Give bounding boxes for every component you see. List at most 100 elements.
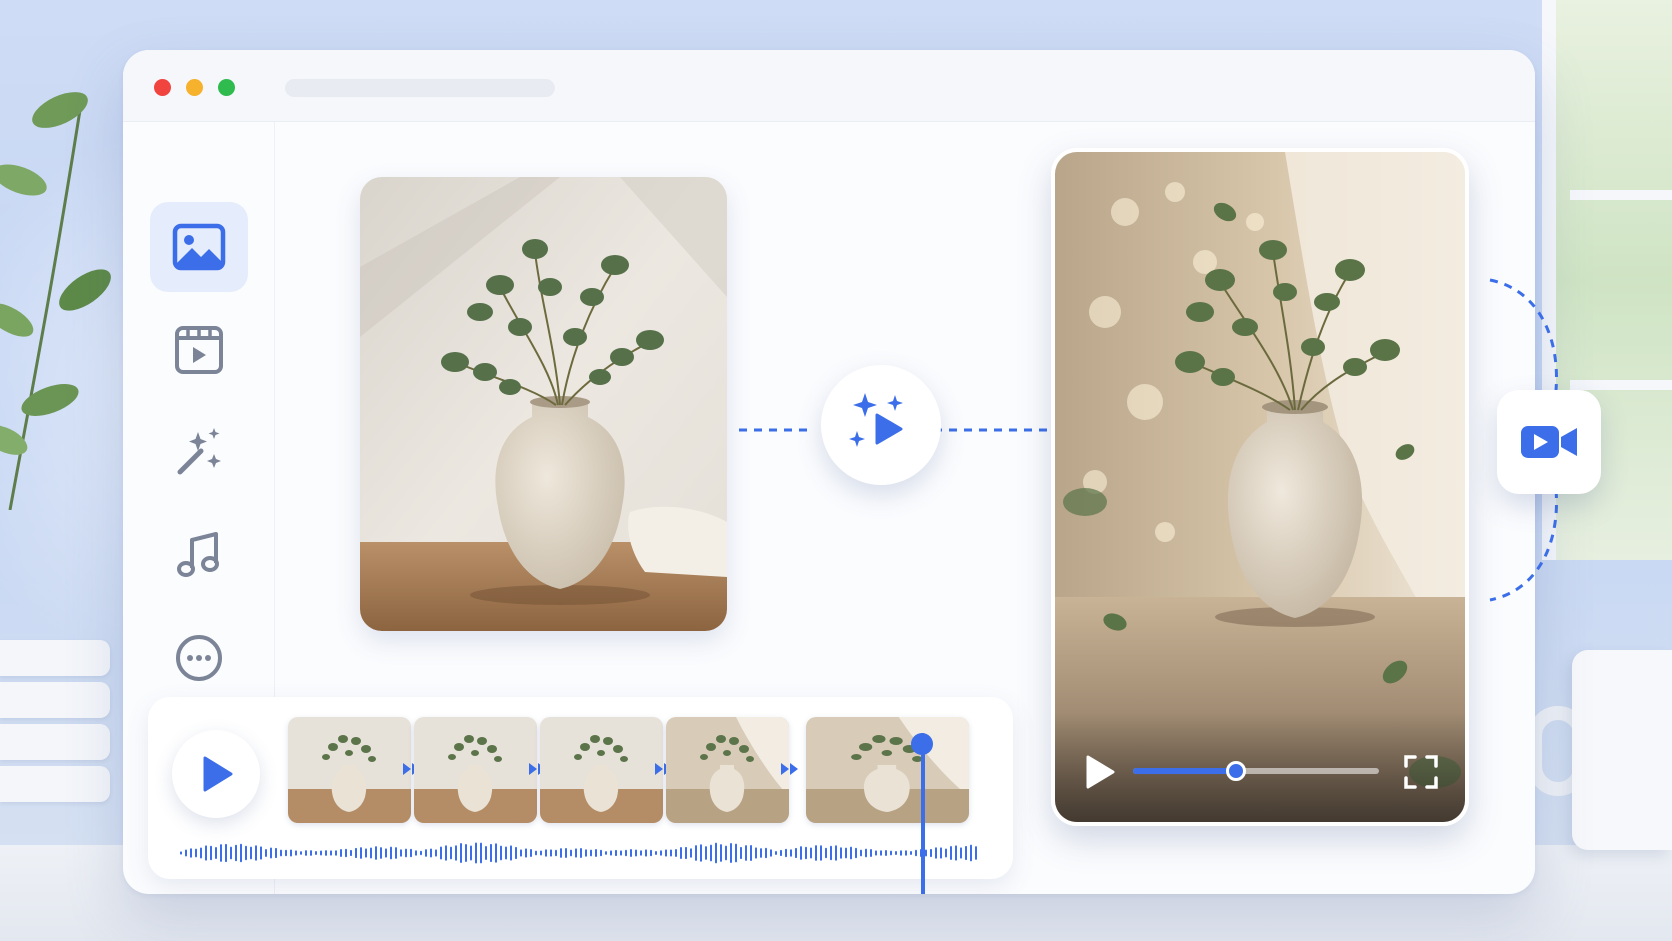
waveform-bar — [270, 847, 272, 859]
timeline-frame[interactable] — [806, 717, 969, 823]
waveform-bar — [715, 842, 717, 864]
sidebar-item-image[interactable] — [150, 202, 248, 292]
address-bar[interactable] — [285, 79, 555, 97]
waveform-bar — [900, 850, 902, 856]
waveform-bar — [460, 842, 462, 864]
waveform-bar — [570, 849, 572, 857]
waveform-bar — [420, 850, 422, 856]
video-controls — [1055, 712, 1465, 822]
sidebar-item-video[interactable] — [150, 305, 248, 395]
background-books — [0, 640, 110, 840]
waveform-bar — [265, 849, 267, 857]
timeline-frame[interactable] — [540, 717, 663, 823]
waveform-bar — [520, 849, 522, 857]
waveform-bar — [665, 849, 667, 857]
title-bar — [123, 50, 1535, 122]
waveform-bar — [910, 850, 912, 856]
waveform-bar — [710, 844, 712, 862]
waveform-bar — [775, 850, 777, 856]
waveform-bar — [610, 850, 612, 856]
waveform-bar — [370, 847, 372, 859]
waveform-bar — [925, 849, 927, 857]
waveform-bar — [670, 849, 672, 857]
waveform-bar — [335, 850, 337, 856]
result-video-card[interactable] — [1051, 148, 1469, 826]
sidebar-item-music[interactable] — [150, 510, 248, 600]
waveform-bar — [395, 847, 397, 859]
waveform-bar — [695, 845, 697, 861]
waveform-bar — [865, 848, 867, 858]
waveform-bar — [475, 842, 477, 864]
waveform-bar — [275, 847, 277, 859]
waveform-bar — [360, 847, 362, 859]
waveform-bar — [225, 843, 227, 863]
waveform-bar — [425, 849, 427, 857]
video-frame-icon — [175, 326, 223, 374]
waveform-bar — [550, 849, 552, 857]
video-progress-track[interactable] — [1133, 761, 1379, 781]
waveform-bar — [235, 844, 237, 862]
app-window — [123, 50, 1535, 894]
waveform-bar — [940, 847, 942, 859]
waveform-bar — [565, 848, 567, 858]
waveform-bar — [245, 845, 247, 861]
play-icon[interactable] — [1079, 752, 1119, 792]
waveform-bar — [660, 850, 662, 856]
waveform-bar — [480, 842, 482, 864]
waveform-bar — [885, 849, 887, 857]
timeline-playhead-handle[interactable] — [911, 733, 933, 755]
sidebar-item-ai-effects[interactable] — [150, 408, 248, 498]
audio-waveform[interactable] — [180, 840, 980, 866]
close-window-button[interactable] — [154, 79, 171, 96]
waveform-bar — [490, 843, 492, 863]
waveform-bar — [585, 849, 587, 857]
waveform-bar — [330, 850, 332, 856]
waveform-bar — [455, 845, 457, 861]
waveform-bar — [835, 845, 837, 861]
waveform-bar — [505, 846, 507, 860]
timeline-frame[interactable] — [288, 717, 411, 823]
zoom-window-button[interactable] — [218, 79, 235, 96]
sidebar-item-more[interactable] — [150, 613, 248, 703]
image-icon — [172, 223, 226, 271]
waveform-bar — [390, 846, 392, 860]
waveform-bar — [615, 849, 617, 857]
minimize-window-button[interactable] — [186, 79, 203, 96]
generate-video-button[interactable] — [821, 365, 941, 485]
waveform-bar — [315, 850, 317, 856]
waveform-bar — [375, 846, 377, 860]
waveform-bar — [385, 848, 387, 858]
waveform-bar — [495, 843, 497, 863]
timeline-frame[interactable] — [414, 717, 537, 823]
export-video-button[interactable] — [1497, 390, 1601, 494]
timeline-frame[interactable] — [666, 717, 789, 823]
video-progress-handle[interactable] — [1226, 761, 1247, 781]
waveform-bar — [230, 846, 232, 860]
waveform-bar — [525, 848, 527, 858]
waveform-bar — [180, 851, 182, 855]
waveform-bar — [880, 850, 882, 856]
waveform-bar — [675, 848, 677, 858]
waveform-bar — [890, 850, 892, 856]
waveform-bar — [905, 850, 907, 856]
timeline-play-button[interactable] — [172, 730, 260, 818]
waveform-bar — [765, 847, 767, 859]
waveform-bar — [950, 845, 952, 861]
waveform-bar — [850, 846, 852, 860]
waveform-bar — [705, 846, 707, 860]
fullscreen-icon[interactable] — [1401, 752, 1441, 792]
timeline-playhead[interactable] — [921, 733, 925, 894]
source-image-card[interactable] — [360, 177, 727, 631]
waveform-bar — [805, 846, 807, 860]
waveform-bar — [440, 846, 442, 860]
waveform-bar — [800, 846, 802, 860]
waveform-bar — [290, 849, 292, 857]
waveform-bar — [755, 847, 757, 859]
waveform-bar — [780, 849, 782, 857]
waveform-bar — [650, 849, 652, 857]
more-icon — [176, 635, 222, 681]
waveform-bar — [355, 847, 357, 859]
waveform-bar — [410, 848, 412, 858]
waveform-bar — [725, 845, 727, 861]
waveform-bar — [380, 847, 382, 859]
